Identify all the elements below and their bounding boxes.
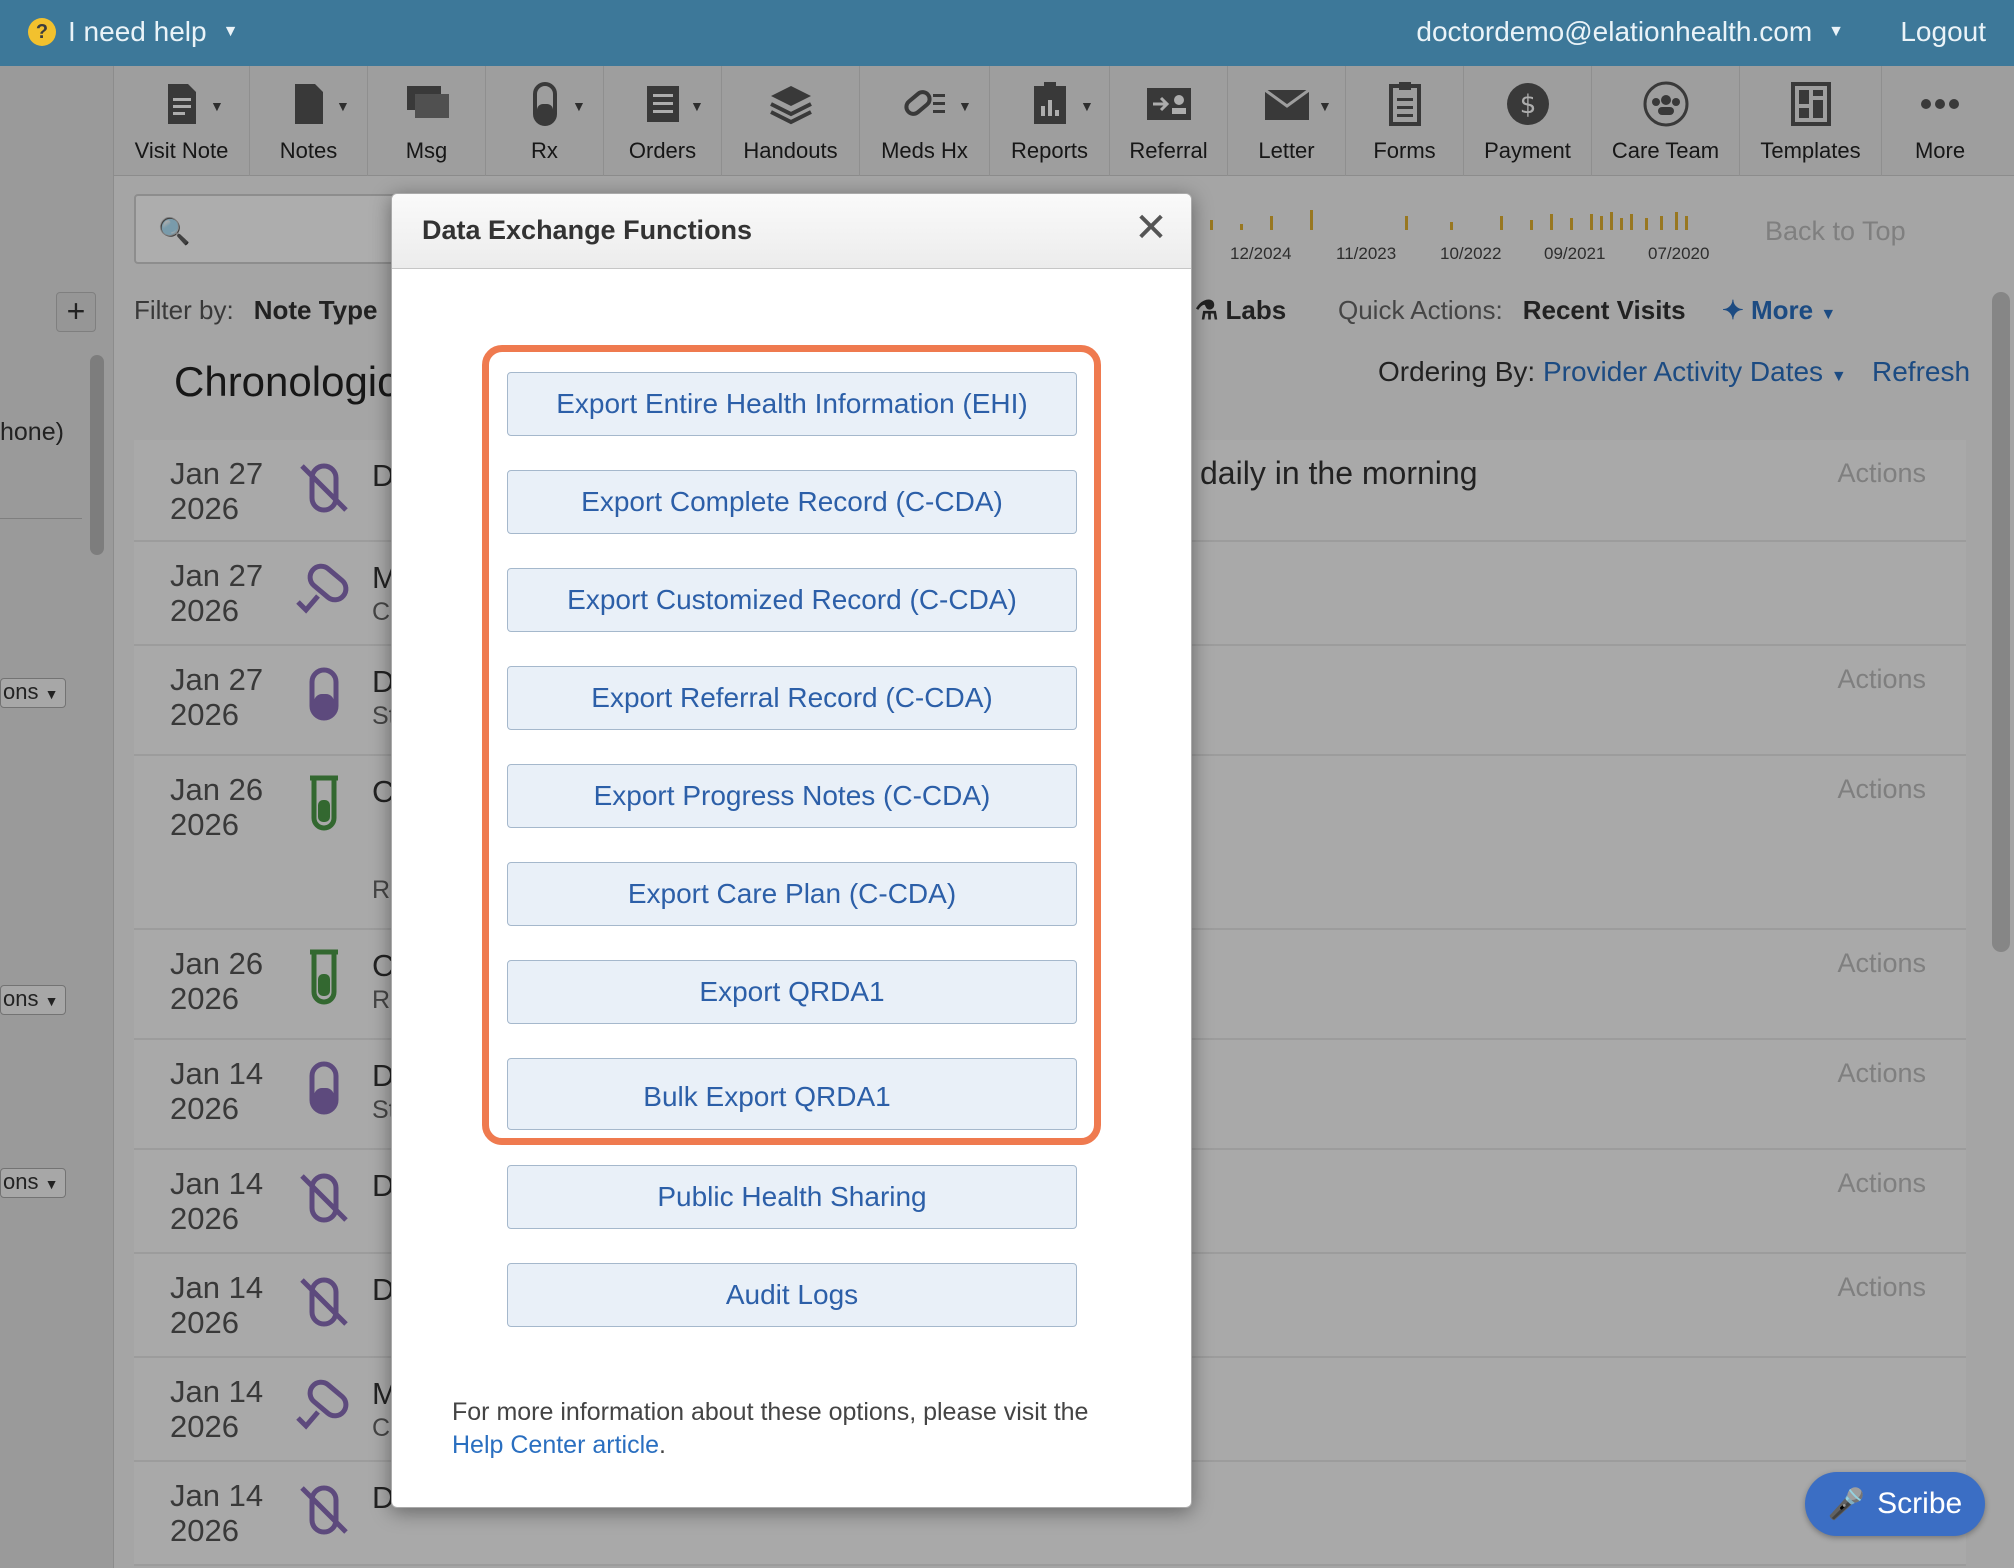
logout-link[interactable]: Logout	[1900, 16, 1986, 48]
microphone-icon: 🎤	[1827, 1487, 1866, 1521]
help-label: I need help	[68, 16, 207, 47]
export-complete-record-button[interactable]: Export Complete Record (C-CDA)	[507, 470, 1077, 534]
export-care-plan-button[interactable]: Export Care Plan (C-CDA)	[507, 862, 1077, 926]
dialog-header: Data Exchange Functions ✕	[392, 194, 1191, 269]
scribe-button[interactable]: 🎤 Scribe	[1805, 1472, 1985, 1536]
export-progress-notes-button[interactable]: Export Progress Notes (C-CDA)	[507, 764, 1077, 828]
export-referral-record-button[interactable]: Export Referral Record (C-CDA)	[507, 666, 1077, 730]
export-ehi-button[interactable]: Export Entire Health Information (EHI)	[507, 372, 1077, 436]
highlight-box	[482, 345, 1101, 1145]
user-menu[interactable]: doctordemo@elationhealth.com ▼	[1416, 16, 1844, 48]
export-qrda1-button[interactable]: Export QRDA1	[507, 960, 1077, 1024]
bulk-export-qrda1-button[interactable]: Bulk Export QRDA1	[507, 1058, 1077, 1130]
chevron-down-icon: ▼	[222, 23, 239, 40]
scribe-label: Scribe	[1877, 1487, 1963, 1520]
dialog-info: For more information about these options…	[452, 1396, 1142, 1462]
data-exchange-dialog: Data Exchange Functions ✕ Export Entire …	[391, 193, 1192, 1508]
export-customized-record-button[interactable]: Export Customized Record (C-CDA)	[507, 568, 1077, 632]
public-health-sharing-button[interactable]: Public Health Sharing	[507, 1165, 1077, 1229]
dialog-title: Data Exchange Functions	[422, 215, 753, 245]
audit-logs-button[interactable]: Audit Logs	[507, 1263, 1077, 1327]
top-bar: ? I need help ▼ doctordemo@elationhealth…	[0, 0, 2014, 66]
help-icon: ?	[28, 18, 56, 46]
close-icon[interactable]: ✕	[1131, 208, 1171, 248]
help-menu[interactable]: ? I need help ▼	[28, 16, 238, 48]
info-text: For more information about these options…	[452, 1398, 1089, 1426]
chevron-down-icon: ▼	[1828, 23, 1844, 40]
help-center-link[interactable]: Help Center article	[452, 1431, 659, 1459]
info-end: .	[659, 1431, 666, 1459]
user-email: doctordemo@elationhealth.com	[1416, 16, 1813, 47]
